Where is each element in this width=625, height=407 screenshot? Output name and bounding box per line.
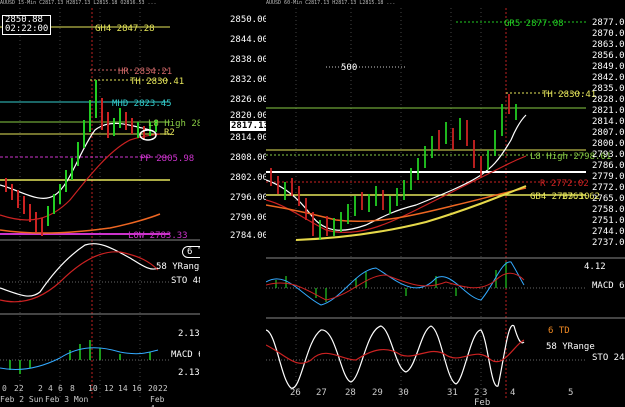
left-time-axis: 0 22 2 4 6 8 10 12 14 16 20 22 Feb 2 Sun… [0,384,170,407]
right-time-2: 2 [474,388,480,398]
left-yrange-label: 58 YRange [156,262,200,272]
level-label-gh4: GH4 2847.28 [95,24,155,34]
right-macd-tick: 4.12 [584,262,606,272]
left-chart-15min[interactable]: AUUSD 15-Min C2817.13 H2817.13 L2815.18 … [0,0,200,407]
right-price-2835: 2835.00 [592,84,625,94]
left-time-0: 0 [2,384,7,393]
right-price-2793: 2793.00 [592,150,625,160]
left-time-8: 14 [118,384,128,393]
right-price-2786: 2786.00 [592,161,625,171]
left-macd-label: MACD 6 [171,350,200,360]
right-td-badge: 6 TD [548,326,570,336]
right-stoch-label: STO 24 [592,353,625,363]
right-time-4: 4 [510,388,516,398]
right-time-3: 3 [482,388,488,398]
right-price-2744: 2744.00 [592,227,625,237]
right-time-axis: 26 27 28 29 30 31 2 3 4 5 Feb [266,388,596,407]
price-2790: 2790.00 [230,213,268,223]
price-2838: 2838.00 [230,55,268,65]
right-date-feb: Feb [474,398,491,407]
right-yrange-label: 58 YRange [546,342,595,352]
left-time-11: 22 [158,384,168,393]
right-price-2877: 2877.00 [592,18,625,28]
price-2814: 2814.00 [230,133,268,143]
left-time-2: 2 [38,384,43,393]
level-label-hr: HR 2834.21 [118,67,173,77]
price-2802: 2802.00 [230,173,268,183]
price-2832: 2832.00 [230,75,268,85]
left-stoch-label: STO 48 [171,276,200,286]
left-time-5: 8 [70,384,75,393]
right-price-2772: 2772.00 [592,183,625,193]
left-macd-tick-bottom: 2.13 [178,368,200,378]
price-2844: 2844.00 [230,35,268,45]
right-time-30: 30 [398,388,409,398]
right-price-2737: 2737.00 [592,238,625,248]
right-time-26: 26 [290,388,301,398]
price-2820: 2820.00 [230,111,268,121]
left-date-1: Feb 3 Mon [45,395,89,404]
left-price-axis[interactable]: 2850.00 [170,8,200,240]
price-2826: 2826.00 [230,95,268,105]
left-time-1: 22 [14,384,24,393]
middle-price-axis[interactable]: 2850.00 2844.00 2838.00 2832.00 2826.00 … [200,8,270,407]
price-2784: 2784.00 [230,231,268,241]
price-2808: 2808.00 [230,153,268,163]
right-price-2863: 2863.00 [592,40,625,50]
right-macd-label: MACD 6 [592,281,625,291]
right-price-2779: 2779.00 [592,172,625,182]
right-time-5: 5 [568,388,574,398]
level-label-gr5: GR5 2877.08 [504,19,564,29]
right-price-2758: 2758.00 [592,205,625,215]
level-label-r-right: R 2772.02 [540,179,589,189]
right-price-2751: 2751.00 [592,216,625,226]
right-price-2870: 2870.00 [592,29,625,39]
right-price-2828: 2828.00 [592,95,625,105]
right-time-31: 31 [447,388,458,398]
level-label-500: 500 [341,63,358,73]
right-time-28: 28 [345,388,356,398]
level-label-th-right: TH 2830.41 [542,90,597,100]
left-box-time: 02:22:00 [5,24,49,34]
right-price-2821: 2821.00 [592,106,625,116]
right-price-2807: 2807.00 [592,128,625,138]
left-time-9: 16 [132,384,142,393]
price-2850: 2850.00 [230,15,268,25]
right-price-2842: 2842.00 [592,73,625,83]
left-macd-tick-top: 2.13 [178,329,200,339]
right-price-2765: 2765.00 [592,194,625,204]
right-price-2800: 2800.00 [592,139,625,149]
left-td-badge: 6 TD [182,246,200,258]
left-time-7: 12 [104,384,114,393]
price-2796: 2796.00 [230,193,268,203]
left-info-box: 2850.88 02:22:00 [2,15,52,35]
left-time-6: 10 [88,384,98,393]
right-price-axis[interactable]: 2877.00 2870.00 2863.00 2856.00 2849.00 … [590,8,625,248]
left-date-0: Feb 2 Sun [0,395,44,404]
right-time-29: 29 [372,388,383,398]
right-price-2849: 2849.00 [592,62,625,72]
current-price-tag: 2817.13 [230,121,270,131]
right-price-2814: 2814.00 [592,117,625,127]
left-date-2: Feb 4 Tue [150,395,165,407]
right-price-2856: 2856.00 [592,51,625,61]
level-label-mhd: MHD 2823.45 [112,99,172,109]
right-chart-60min[interactable]: AUUSD 60-Min C2817.13 H2817.13 L2815.18 … [266,0,625,407]
left-time-4: 6 [58,384,63,393]
left-time-10: 20 [148,384,158,393]
left-time-3: 4 [48,384,53,393]
right-time-27: 27 [316,388,327,398]
